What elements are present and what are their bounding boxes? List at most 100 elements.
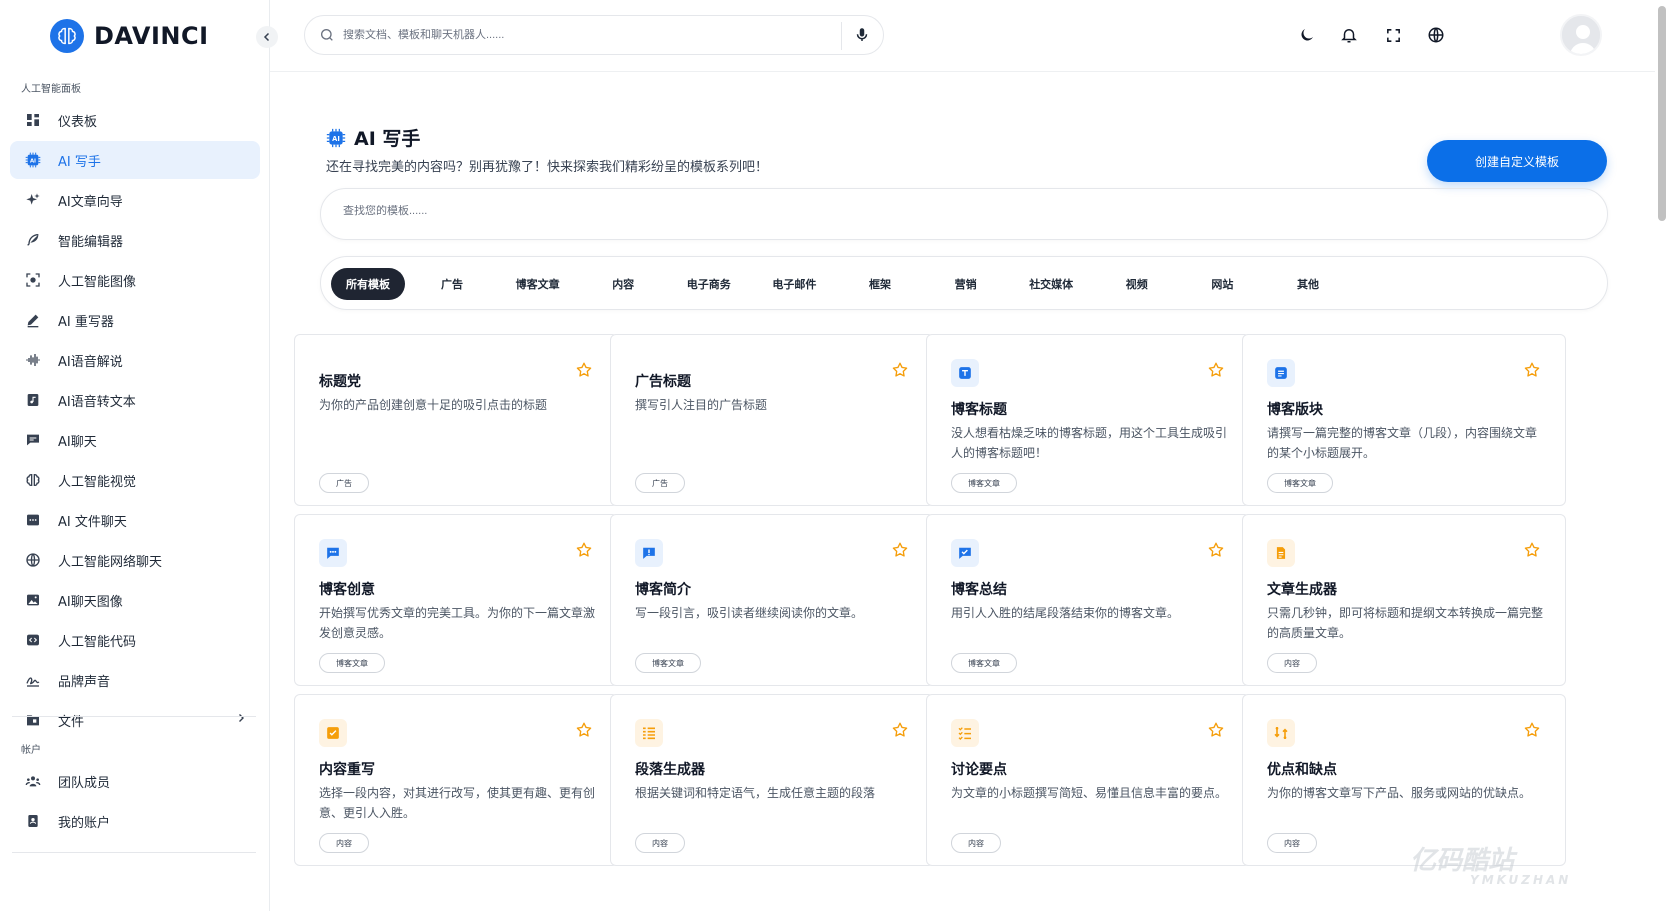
card-title: 博客创意 (319, 582, 375, 598)
picture-icon (24, 591, 42, 609)
create-custom-template-button[interactable]: 创建自定义模板 (1427, 140, 1607, 182)
user-avatar[interactable] (1560, 14, 1602, 56)
card-description: 为你的博客文章写下产品、服务或网站的优缺点。 (1267, 786, 1532, 800)
category-tab[interactable]: 其他 (1265, 268, 1351, 300)
template-card[interactable]: 博客简介 写一段引言，吸引读者继续阅读你的文章。 博客文章 (610, 514, 934, 686)
fullscreen-button[interactable] (1383, 25, 1403, 45)
category-tab[interactable]: 广告 (409, 268, 495, 300)
card-category-tag: 内容 (1267, 653, 1317, 673)
template-card[interactable]: 文章生成器 只需几秒钟，即可将标题和提纲文本转换成一篇完整的高质量文章。 内容 (1242, 514, 1566, 686)
card-category-tag: 博客文章 (635, 653, 701, 673)
favorite-star-icon[interactable] (891, 721, 909, 739)
favorite-star-icon[interactable] (1207, 541, 1225, 559)
card-description: 写一段引言，吸引读者继续阅读你的文章。 (635, 606, 864, 620)
sidebar-item[interactable]: 人工智能网络聊天 (10, 541, 260, 579)
favorite-star-icon[interactable] (575, 361, 593, 379)
card-category-tag: 广告 (635, 473, 685, 493)
sidebar-item[interactable]: 人工智能代码 (10, 621, 260, 659)
sidebar-item[interactable]: 文件 (10, 701, 260, 739)
sidebar-item[interactable]: 品牌声音 (10, 661, 260, 699)
language-button[interactable] (1426, 25, 1446, 45)
code-icon (24, 631, 42, 649)
page-heading: AI 写手 (354, 128, 421, 150)
template-card[interactable]: 讨论要点 为文章的小标题撰写简短、易懂且信息丰富的要点。 内容 (926, 694, 1250, 866)
template-category-tabs: 所有模板 广告 博客文章 内容 电子商务 电子邮件 框架 营销 社交媒体 视频 网站 其他 (320, 256, 1608, 310)
sidebar-divider (12, 716, 256, 717)
brand-logo[interactable]: DAVINCI (50, 18, 209, 54)
template-card[interactable]: 广告标题 撰写引人注目的广告标题 广告 (610, 334, 934, 506)
sidebar-item[interactable]: 我的账户 (10, 802, 260, 840)
sidebar-item-label: 人工智能代码 (58, 634, 137, 650)
template-card[interactable]: 博客标题 没人想看枯燥乏味的博客标题，用这个工具生成吸引人的博客标题吧！ 博客文章 (926, 334, 1250, 506)
sidebar-item-label: AI文章向导 (58, 194, 123, 210)
sidebar-item[interactable]: 人工智能视觉 (10, 461, 260, 499)
card-description: 为文章的小标题撰写简短、易懂且信息丰富的要点。 (951, 786, 1228, 800)
template-search-input[interactable] (343, 205, 1543, 217)
sidebar-item[interactable]: 人工智能图像 (10, 261, 260, 299)
favorite-star-icon[interactable] (1207, 721, 1225, 739)
category-tab[interactable]: 电子商务 (666, 268, 752, 300)
template-card[interactable]: 博客创意 开始撰写优秀文章的完美工具。为你的下一篇文章激发创意灵感。 博客文章 (294, 514, 618, 686)
main-content: AI AI 写手 还在寻找完美的内容吗？别再犹豫了！快来探索我们精彩纷呈的模板系… (270, 72, 1655, 911)
template-card[interactable]: 段落生成器 根据关键词和特定语气，生成任意主题的段落 内容 (610, 694, 934, 866)
sidebar-item-label: 人工智能网络聊天 (58, 554, 163, 570)
category-tab[interactable]: 所有模板 (331, 268, 405, 300)
image-scan-icon (24, 271, 42, 289)
template-card[interactable]: 内容重写 选择一段内容，对其进行改写，使其更有趣、更有创意、更引人入胜。 内容 (294, 694, 618, 866)
microphone-icon[interactable] (853, 26, 871, 44)
category-tab[interactable]: 网站 (1179, 268, 1265, 300)
sidebar-item[interactable]: AI语音解说 (10, 341, 260, 379)
sidebar-item[interactable]: 仪表板 (10, 101, 260, 139)
category-tab[interactable]: 视频 (1094, 268, 1180, 300)
category-tab[interactable]: 电子邮件 (751, 268, 837, 300)
sidebar-item[interactable]: AI 重写器 (10, 301, 260, 339)
favorite-star-icon[interactable] (1523, 721, 1541, 739)
favorite-star-icon[interactable] (891, 361, 909, 379)
favorite-star-icon[interactable] (575, 541, 593, 559)
sidebar-item[interactable]: AI语音转文本 (10, 381, 260, 419)
favorite-star-icon[interactable] (575, 721, 593, 739)
category-tab[interactable]: 博客文章 (495, 268, 581, 300)
sidebar-item[interactable]: 智能编辑器 (10, 221, 260, 259)
favorite-star-icon[interactable] (1523, 541, 1541, 559)
category-tab[interactable]: 营销 (923, 268, 1009, 300)
favorite-star-icon[interactable] (1207, 361, 1225, 379)
sidebar-item[interactable]: AI文章向导 (10, 181, 260, 219)
user-silhouette-icon (1562, 16, 1600, 54)
chevron-right-icon[interactable] (236, 713, 246, 723)
globe-icon (24, 551, 42, 569)
sidebar-item[interactable]: AI AI 写手 (10, 141, 260, 179)
card-description: 开始撰写优秀文章的完美工具。为你的下一篇文章激发创意灵感。 (319, 606, 596, 640)
dark-mode-toggle[interactable] (1297, 25, 1317, 45)
top-header (270, 0, 1655, 72)
list-icon (635, 719, 663, 747)
page-scrollbar-thumb[interactable] (1658, 6, 1666, 221)
template-card[interactable]: 博客总结 用引人入胜的结尾段落结束你的博客文章。 博客文章 (926, 514, 1250, 686)
card-title: 优点和缺点 (1267, 762, 1337, 778)
sidebar-item-label: AI聊天图像 (58, 594, 123, 610)
card-title: 讨论要点 (951, 762, 1007, 778)
category-tab[interactable]: 框架 (837, 268, 923, 300)
template-card[interactable]: 标题党 为你的产品创建创意十足的吸引点击的标题 广告 (294, 334, 618, 506)
account-icon (24, 812, 42, 830)
sidebar-item[interactable]: AI聊天 (10, 421, 260, 459)
sidebar-item[interactable]: AI聊天图像 (10, 581, 260, 619)
brain-logo-icon (50, 19, 84, 53)
category-tab[interactable]: 社交媒体 (1008, 268, 1094, 300)
favorite-star-icon[interactable] (1523, 361, 1541, 379)
notifications-button[interactable] (1339, 25, 1359, 45)
sidebar-item[interactable]: AI 文件聊天 (10, 501, 260, 539)
sidebar-item[interactable]: 团队成员 (10, 762, 260, 800)
template-card[interactable]: 博客版块 请撰写一篇完整的博客文章（几段），内容围绕文章的某个小标题展开。 博客文章 (1242, 334, 1566, 506)
text-icon (951, 359, 979, 387)
card-title: 段落生成器 (635, 762, 705, 778)
sidebar-item-label: 品牌声音 (58, 674, 111, 690)
app-root: DAVINCI 人工智能面板 仪表板 AI AI 写手 AI文章向导 智能编辑器 … (0, 0, 1669, 911)
card-description: 根据关键词和特定语气，生成任意主题的段落 (635, 786, 876, 800)
global-search-input[interactable] (343, 29, 833, 41)
waveform-icon (24, 351, 42, 369)
category-tab[interactable]: 内容 (580, 268, 666, 300)
favorite-star-icon[interactable] (891, 541, 909, 559)
check-message-icon (951, 539, 979, 567)
card-category-tag: 内容 (1267, 833, 1317, 853)
